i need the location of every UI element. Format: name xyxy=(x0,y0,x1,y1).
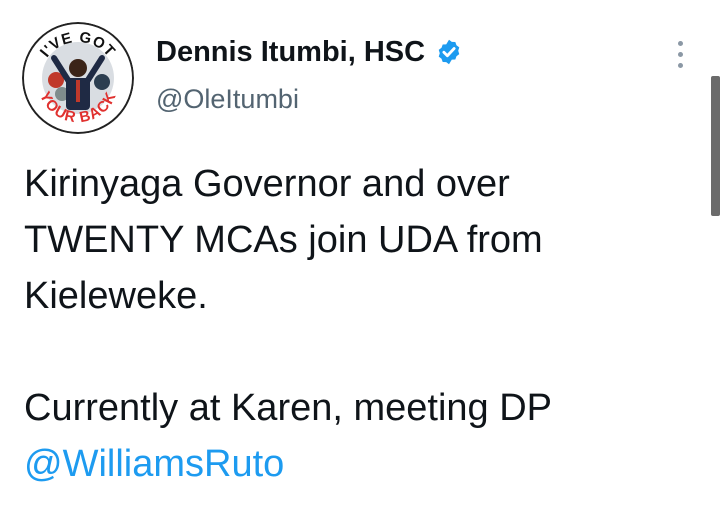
avatar-image: I'VE GOT YOUR BACK xyxy=(22,22,134,134)
tweet-text: Kirinyaga Governor and over TWENTY MCAs … xyxy=(24,156,694,492)
verified-badge-icon xyxy=(435,38,463,66)
more-options-icon-dot xyxy=(677,62,683,68)
author-avatar[interactable]: I'VE GOT YOUR BACK xyxy=(22,22,134,134)
author-display-name[interactable]: Dennis Itumbi, HSC xyxy=(156,36,425,69)
author-name-row: Dennis Itumbi, HSC xyxy=(156,34,463,70)
mention-link[interactable]: @WilliamsRuto xyxy=(24,443,284,485)
tweet: I'VE GOT YOUR BACK Dennis Itumbi, HSC @O… xyxy=(0,0,720,520)
tweet-text-line: Kieleweke. xyxy=(24,275,208,317)
more-options-button[interactable] xyxy=(664,38,696,70)
tweet-text-line: Currently at Karen, meeting DP xyxy=(24,387,553,429)
tweet-text-line: Kirinyaga Governor and over xyxy=(24,163,510,205)
more-options-icon xyxy=(677,40,683,46)
scrollbar-thumb[interactable] xyxy=(711,76,720,216)
more-options-icon-dot xyxy=(677,51,683,57)
tweet-text-line: TWENTY MCAs join UDA from xyxy=(24,219,543,261)
author-handle[interactable]: @OleItumbi xyxy=(156,84,299,115)
tweet-mention-line: @WilliamsRuto xyxy=(24,436,694,492)
